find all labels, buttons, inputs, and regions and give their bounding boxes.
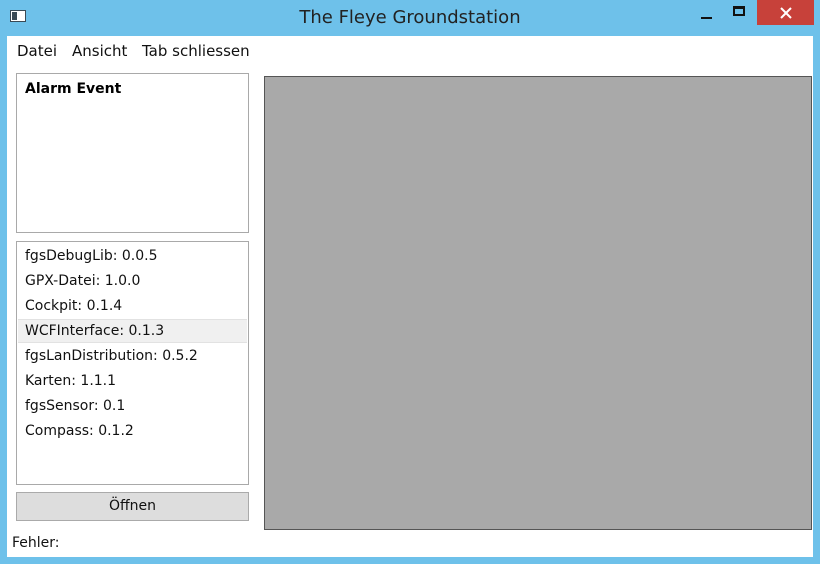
- content-viewport[interactable]: [264, 76, 812, 530]
- title-bar[interactable]: The Fleye Groundstation: [0, 0, 820, 36]
- close-icon: [779, 6, 792, 19]
- client-area: Datei Ansicht Tab schliessen Alarm Event…: [7, 36, 813, 557]
- module-list[interactable]: fgsDebugLib: 0.0.5 GPX-Datei: 1.0.0 Cock…: [16, 241, 249, 485]
- menu-ansicht[interactable]: Ansicht: [72, 42, 127, 60]
- alarm-panel: Alarm Event: [16, 73, 249, 233]
- list-item[interactable]: Karten: 1.1.1: [18, 369, 247, 393]
- app-window: The Fleye Groundstation Datei Ansicht Ta…: [0, 0, 820, 564]
- menu-tab-schliessen[interactable]: Tab schliessen: [142, 42, 250, 60]
- list-item[interactable]: Cockpit: 0.1.4: [18, 294, 247, 318]
- alarm-title: Alarm Event: [25, 81, 122, 97]
- menu-bar: Datei Ansicht Tab schliessen: [7, 36, 813, 64]
- maximize-icon: [733, 6, 745, 16]
- maximize-button[interactable]: [726, 0, 752, 26]
- menu-datei[interactable]: Datei: [17, 42, 57, 60]
- list-item[interactable]: Compass: 0.1.2: [18, 419, 247, 443]
- list-item[interactable]: fgsSensor: 0.1: [18, 394, 247, 418]
- open-button[interactable]: Öffnen: [16, 492, 249, 521]
- minimize-button[interactable]: [693, 0, 719, 26]
- status-label: Fehler:: [12, 535, 60, 551]
- list-item[interactable]: fgsLanDistribution: 0.5.2: [18, 344, 247, 368]
- list-item[interactable]: WCFInterface: 0.1.3: [18, 319, 247, 343]
- list-item[interactable]: fgsDebugLib: 0.0.5: [18, 244, 247, 268]
- list-item[interactable]: GPX-Datei: 1.0.0: [18, 269, 247, 293]
- close-button[interactable]: [757, 0, 814, 25]
- minimize-icon: [700, 17, 712, 19]
